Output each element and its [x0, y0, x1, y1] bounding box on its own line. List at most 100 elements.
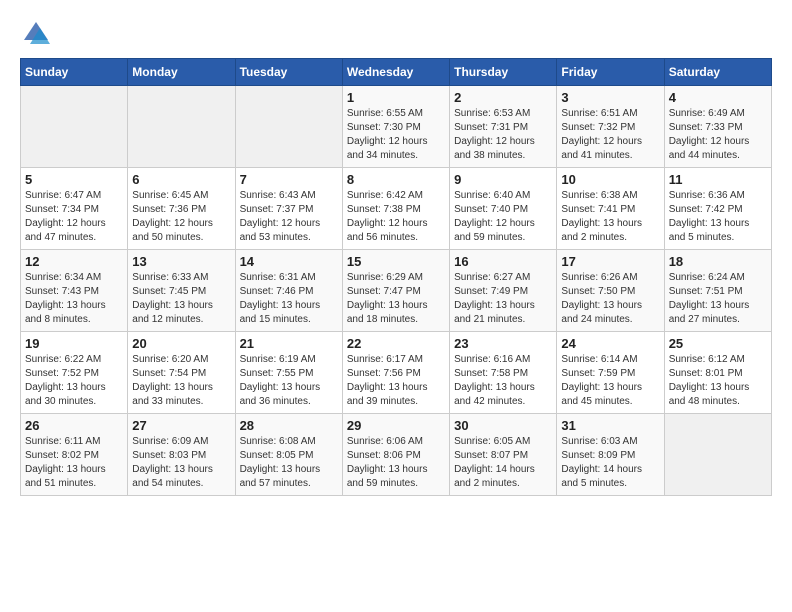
day-number: 8	[347, 172, 445, 187]
calendar-cell: 30Sunrise: 6:05 AM Sunset: 8:07 PM Dayli…	[450, 414, 557, 496]
day-number: 11	[669, 172, 767, 187]
day-info: Sunrise: 6:43 AM Sunset: 7:37 PM Dayligh…	[240, 189, 338, 245]
calendar-cell: 8 Sunrise: 6:42 AM Sunset: 7:38 PM Daylig…	[342, 168, 449, 250]
calendar-cell: 22 Sunrise: 6:17 AM Sunset: 7:56 PM Dayli…	[342, 332, 449, 414]
day-info: Sunrise: 6:05 AM Sunset: 8:07 PM Dayligh…	[454, 435, 552, 491]
day-info: Sunrise: 6:31 AM Sunset: 7:46 PM Dayligh…	[240, 271, 338, 327]
calendar-cell: 2 Sunrise: 6:53 AM Sunset: 7:31 PM Daylig…	[450, 86, 557, 168]
weekday-header-friday: Friday	[557, 59, 664, 86]
day-number: 26	[25, 418, 123, 433]
day-number: 13	[132, 254, 230, 269]
day-number: 1	[347, 90, 445, 105]
day-number: 7	[240, 172, 338, 187]
calendar-cell: 12 Sunrise: 6:34 AM Sunset: 7:43 PM Dayli…	[21, 250, 128, 332]
calendar-week-row: 26 Sunrise: 6:11 AM Sunset: 8:02 PM Dayli…	[21, 414, 772, 496]
day-number: 10	[561, 172, 659, 187]
calendar-cell: 11 Sunrise: 6:36 AM Sunset: 7:42 PM Dayli…	[664, 168, 771, 250]
day-number: 4	[669, 90, 767, 105]
day-info: Sunrise: 6:40 AM Sunset: 7:40 PM Dayligh…	[454, 189, 552, 245]
logo	[20, 20, 56, 48]
day-number: 12	[25, 254, 123, 269]
day-info: Sunrise: 6:47 AM Sunset: 7:34 PM Dayligh…	[25, 189, 123, 245]
day-info: Sunrise: 6:33 AM Sunset: 7:45 PM Dayligh…	[132, 271, 230, 327]
day-info: Sunrise: 6:06 AM Sunset: 8:06 PM Dayligh…	[347, 435, 445, 491]
day-number: 28	[240, 418, 338, 433]
calendar-header-row: SundayMondayTuesdayWednesdayThursdayFrid…	[21, 59, 772, 86]
day-number: 20	[132, 336, 230, 351]
day-info: Sunrise: 6:45 AM Sunset: 7:36 PM Dayligh…	[132, 189, 230, 245]
calendar-cell: 4 Sunrise: 6:49 AM Sunset: 7:33 PM Daylig…	[664, 86, 771, 168]
weekday-header-wednesday: Wednesday	[342, 59, 449, 86]
calendar-week-row: 1 Sunrise: 6:55 AM Sunset: 7:30 PM Daylig…	[21, 86, 772, 168]
day-number: 5	[25, 172, 123, 187]
calendar-cell: 10Sunrise: 6:38 AM Sunset: 7:41 PM Dayli…	[557, 168, 664, 250]
calendar-cell: 9Sunrise: 6:40 AM Sunset: 7:40 PM Daylig…	[450, 168, 557, 250]
calendar-cell: 1 Sunrise: 6:55 AM Sunset: 7:30 PM Daylig…	[342, 86, 449, 168]
calendar-cell: 26 Sunrise: 6:11 AM Sunset: 8:02 PM Dayli…	[21, 414, 128, 496]
day-info: Sunrise: 6:24 AM Sunset: 7:51 PM Dayligh…	[669, 271, 767, 327]
day-info: Sunrise: 6:11 AM Sunset: 8:02 PM Dayligh…	[25, 435, 123, 491]
day-info: Sunrise: 6:29 AM Sunset: 7:47 PM Dayligh…	[347, 271, 445, 327]
calendar-week-row: 12 Sunrise: 6:34 AM Sunset: 7:43 PM Dayli…	[21, 250, 772, 332]
day-info: Sunrise: 6:42 AM Sunset: 7:38 PM Dayligh…	[347, 189, 445, 245]
calendar-cell: 3Sunrise: 6:51 AM Sunset: 7:32 PM Daylig…	[557, 86, 664, 168]
calendar-cell: 14 Sunrise: 6:31 AM Sunset: 7:46 PM Dayli…	[235, 250, 342, 332]
day-number: 22	[347, 336, 445, 351]
calendar-cell: 23Sunrise: 6:16 AM Sunset: 7:58 PM Dayli…	[450, 332, 557, 414]
day-info: Sunrise: 6:34 AM Sunset: 7:43 PM Dayligh…	[25, 271, 123, 327]
page-header	[20, 20, 772, 48]
day-info: Sunrise: 6:53 AM Sunset: 7:31 PM Dayligh…	[454, 107, 552, 163]
day-number: 24	[561, 336, 659, 351]
calendar-cell: 7 Sunrise: 6:43 AM Sunset: 7:37 PM Daylig…	[235, 168, 342, 250]
calendar-cell: 5 Sunrise: 6:47 AM Sunset: 7:34 PM Daylig…	[21, 168, 128, 250]
calendar-cell: 19 Sunrise: 6:22 AM Sunset: 7:52 PM Dayli…	[21, 332, 128, 414]
calendar-cell: 27 Sunrise: 6:09 AM Sunset: 8:03 PM Dayli…	[128, 414, 235, 496]
weekday-header-saturday: Saturday	[664, 59, 771, 86]
day-number: 16	[454, 254, 552, 269]
day-number: 29	[347, 418, 445, 433]
weekday-header-sunday: Sunday	[21, 59, 128, 86]
calendar-cell: 15Sunrise: 6:29 AM Sunset: 7:47 PM Dayli…	[342, 250, 449, 332]
day-info: Sunrise: 6:49 AM Sunset: 7:33 PM Dayligh…	[669, 107, 767, 163]
calendar-week-row: 5 Sunrise: 6:47 AM Sunset: 7:34 PM Daylig…	[21, 168, 772, 250]
calendar-cell: 29 Sunrise: 6:06 AM Sunset: 8:06 PM Dayli…	[342, 414, 449, 496]
logo-icon	[20, 20, 52, 48]
day-info: Sunrise: 6:09 AM Sunset: 8:03 PM Dayligh…	[132, 435, 230, 491]
day-info: Sunrise: 6:12 AM Sunset: 8:01 PM Dayligh…	[669, 353, 767, 409]
day-info: Sunrise: 6:36 AM Sunset: 7:42 PM Dayligh…	[669, 189, 767, 245]
calendar-cell: 13 Sunrise: 6:33 AM Sunset: 7:45 PM Dayli…	[128, 250, 235, 332]
weekday-header-thursday: Thursday	[450, 59, 557, 86]
calendar-cell	[21, 86, 128, 168]
calendar-cell	[235, 86, 342, 168]
day-info: Sunrise: 6:14 AM Sunset: 7:59 PM Dayligh…	[561, 353, 659, 409]
day-info: Sunrise: 6:08 AM Sunset: 8:05 PM Dayligh…	[240, 435, 338, 491]
calendar-cell: 20Sunrise: 6:20 AM Sunset: 7:54 PM Dayli…	[128, 332, 235, 414]
day-info: Sunrise: 6:55 AM Sunset: 7:30 PM Dayligh…	[347, 107, 445, 163]
calendar-cell: 16 Sunrise: 6:27 AM Sunset: 7:49 PM Dayli…	[450, 250, 557, 332]
day-info: Sunrise: 6:16 AM Sunset: 7:58 PM Dayligh…	[454, 353, 552, 409]
calendar-cell: 6 Sunrise: 6:45 AM Sunset: 7:36 PM Daylig…	[128, 168, 235, 250]
calendar-cell: 18 Sunrise: 6:24 AM Sunset: 7:51 PM Dayli…	[664, 250, 771, 332]
day-number: 2	[454, 90, 552, 105]
calendar-cell	[128, 86, 235, 168]
calendar-cell: 25 Sunrise: 6:12 AM Sunset: 8:01 PM Dayli…	[664, 332, 771, 414]
day-number: 17	[561, 254, 659, 269]
day-number: 14	[240, 254, 338, 269]
day-number: 25	[669, 336, 767, 351]
weekday-header-tuesday: Tuesday	[235, 59, 342, 86]
day-number: 6	[132, 172, 230, 187]
calendar-cell: 28 Sunrise: 6:08 AM Sunset: 8:05 PM Dayli…	[235, 414, 342, 496]
day-info: Sunrise: 6:27 AM Sunset: 7:49 PM Dayligh…	[454, 271, 552, 327]
calendar-table: SundayMondayTuesdayWednesdayThursdayFrid…	[20, 58, 772, 496]
day-info: Sunrise: 6:22 AM Sunset: 7:52 PM Dayligh…	[25, 353, 123, 409]
day-info: Sunrise: 6:03 AM Sunset: 8:09 PM Dayligh…	[561, 435, 659, 491]
day-number: 27	[132, 418, 230, 433]
calendar-cell: 17Sunrise: 6:26 AM Sunset: 7:50 PM Dayli…	[557, 250, 664, 332]
calendar-cell: 24 Sunrise: 6:14 AM Sunset: 7:59 PM Dayli…	[557, 332, 664, 414]
day-number: 3	[561, 90, 659, 105]
calendar-week-row: 19 Sunrise: 6:22 AM Sunset: 7:52 PM Dayli…	[21, 332, 772, 414]
day-number: 18	[669, 254, 767, 269]
day-info: Sunrise: 6:17 AM Sunset: 7:56 PM Dayligh…	[347, 353, 445, 409]
weekday-header-monday: Monday	[128, 59, 235, 86]
day-number: 19	[25, 336, 123, 351]
